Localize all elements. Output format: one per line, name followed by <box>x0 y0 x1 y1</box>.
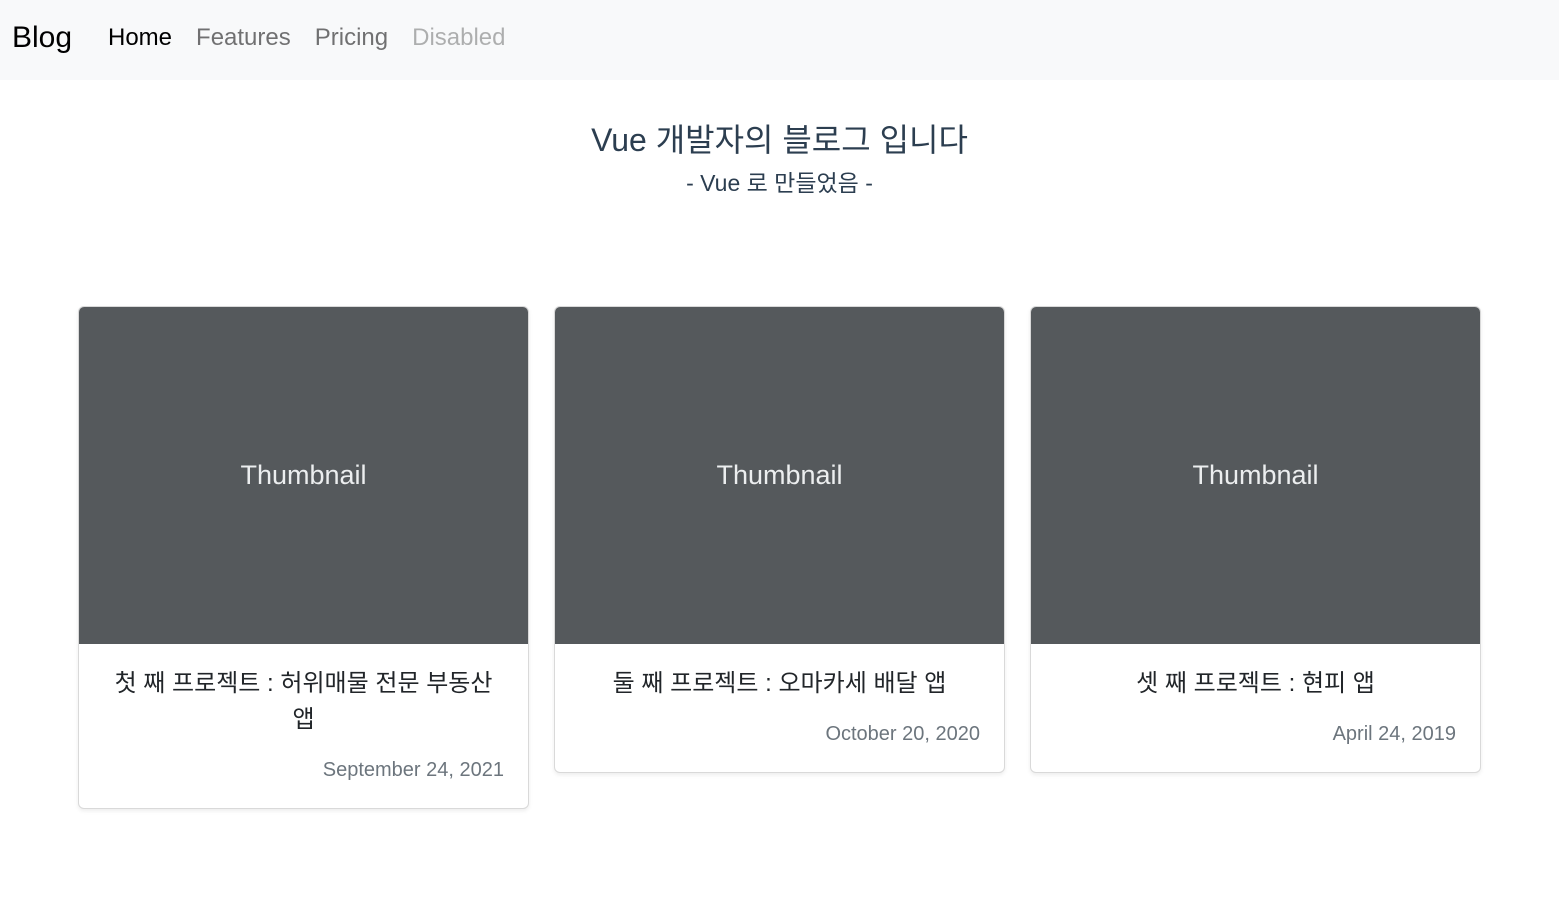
card-title: 둘 째 프로젝트 : 오마카세 배달 앱 <box>612 670 947 697</box>
project-card[interactable]: Thumbnail 둘 째 프로젝트 : 오마카세 배달 앱 October 2… <box>554 306 1005 773</box>
nav-link-pricing[interactable]: Pricing <box>315 22 388 54</box>
top-navbar: Blog Home Features Pricing Disabled <box>0 0 1559 80</box>
nav-link-home[interactable]: Home <box>108 22 172 54</box>
project-card-list: Thumbnail 첫 째 프로젝트 : 허위매물 전문 부동산 앱 Septe… <box>78 306 1481 809</box>
hero-section: Vue 개발자의 블로그 입니다 - Vue 로 만들었음 - <box>0 118 1559 198</box>
card-thumbnail: Thumbnail <box>1031 307 1480 644</box>
thumbnail-label: Thumbnail <box>240 460 367 490</box>
nav-links: Home Features Pricing Disabled <box>108 22 530 54</box>
nav-link-disabled: Disabled <box>412 24 506 51</box>
thumbnail-label: Thumbnail <box>716 460 843 490</box>
card-body: 첫 째 프로젝트 : 허위매물 전문 부동산 앱 September 24, 2… <box>79 644 528 808</box>
card-date: September 24, 2021 <box>322 759 504 781</box>
card-title: 셋 째 프로젝트 : 현피 앱 <box>1136 670 1375 697</box>
brand-link[interactable]: Blog <box>12 20 72 56</box>
card-title: 첫 째 프로젝트 : 허위매물 전문 부동산 앱 <box>114 670 493 733</box>
card-date: April 24, 2019 <box>1332 723 1456 745</box>
card-body: 셋 째 프로젝트 : 현피 앱 April 24, 2019 <box>1031 644 1480 772</box>
card-body: 둘 째 프로젝트 : 오마카세 배달 앱 October 20, 2020 <box>555 644 1004 772</box>
page-title: Vue 개발자의 블로그 입니다 <box>591 122 968 158</box>
project-card[interactable]: Thumbnail 셋 째 프로젝트 : 현피 앱 April 24, 2019 <box>1030 306 1481 773</box>
project-card[interactable]: Thumbnail 첫 째 프로젝트 : 허위매물 전문 부동산 앱 Septe… <box>78 306 529 809</box>
thumbnail-label: Thumbnail <box>1192 460 1319 490</box>
page-subtitle: - Vue 로 만들었음 - <box>686 170 873 196</box>
card-thumbnail: Thumbnail <box>555 307 1004 644</box>
card-date: October 20, 2020 <box>825 723 980 745</box>
nav-link-features[interactable]: Features <box>196 22 291 54</box>
card-thumbnail: Thumbnail <box>79 307 528 644</box>
